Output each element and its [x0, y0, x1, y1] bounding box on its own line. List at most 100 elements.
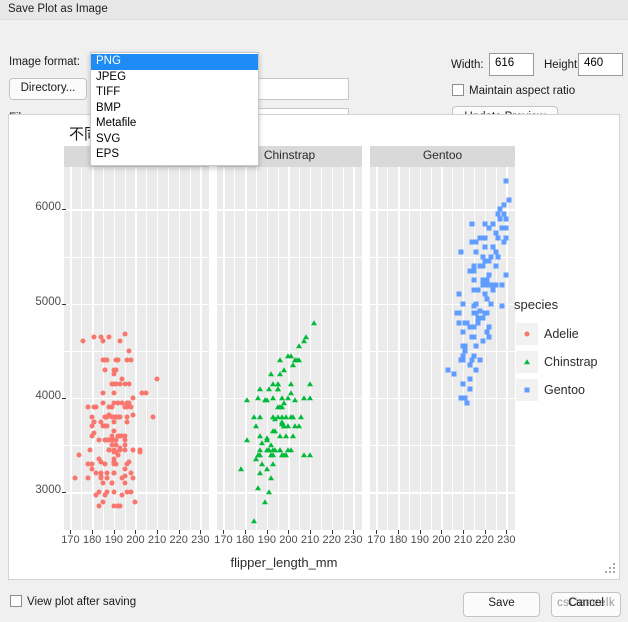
x-tick-label: 210: [453, 534, 473, 546]
data-point: [100, 338, 106, 344]
data-point: [289, 362, 296, 368]
data-point: [462, 343, 468, 349]
data-point: [482, 235, 488, 241]
data-point: [255, 451, 262, 457]
dropdown-option-jpeg[interactable]: JPEG: [91, 70, 258, 86]
data-point: [104, 357, 110, 363]
data-point: [130, 447, 136, 453]
checkbox-box: [10, 595, 22, 607]
data-point: [469, 239, 475, 245]
grid-line-horizontal-minor: [64, 445, 209, 447]
grid-line-horizontal-minor: [217, 256, 362, 258]
resize-grip-icon[interactable]: [601, 561, 617, 577]
data-point: [503, 216, 509, 222]
data-point: [139, 390, 145, 396]
grid-line-vertical-minor: [146, 167, 148, 530]
data-point: [122, 473, 128, 479]
data-point: [119, 400, 125, 406]
x-tick-label: 170: [61, 534, 80, 546]
dropdown-option-bmp[interactable]: BMP: [91, 101, 258, 117]
y-tick-mark: [62, 492, 66, 494]
grid-line-horizontal: [64, 303, 209, 306]
directory-button[interactable]: Directory...: [9, 78, 87, 100]
x-tick-label: 190: [410, 534, 429, 546]
x-tick-label: 220: [169, 534, 188, 546]
data-point: [473, 343, 479, 349]
data-point: [276, 432, 283, 438]
data-point: [250, 414, 257, 420]
grid-line-vertical: [441, 167, 443, 530]
data-point: [130, 412, 136, 417]
y-tick-mark: [62, 209, 66, 211]
data-point: [289, 432, 296, 438]
data-point: [311, 319, 318, 325]
data-point: [113, 357, 119, 363]
data-point: [89, 423, 95, 429]
data-point: [255, 484, 262, 490]
data-point: [111, 503, 117, 509]
data-point: [265, 385, 272, 391]
facet-panel: [64, 167, 209, 530]
data-point: [475, 287, 481, 293]
dropdown-option-png[interactable]: PNG: [91, 54, 258, 70]
grid-line-horizontal: [370, 492, 515, 494]
height-input[interactable]: 460: [578, 53, 623, 76]
width-input[interactable]: 616: [489, 53, 534, 76]
data-point: [115, 503, 121, 509]
data-point: [495, 254, 501, 260]
data-point: [252, 423, 259, 429]
save-button[interactable]: Save: [463, 592, 540, 617]
data-point: [102, 437, 108, 443]
data-point: [482, 258, 488, 264]
width-input-value: 616: [495, 57, 515, 69]
dropdown-option-eps[interactable]: EPS: [91, 147, 258, 163]
data-point: [302, 333, 309, 339]
data-point: [263, 465, 270, 471]
data-point: [285, 352, 292, 358]
data-point: [497, 216, 503, 222]
legend-marker: [524, 359, 530, 365]
cancel-button[interactable]: csOaneelk Cancel: [551, 592, 621, 617]
x-tick-label: 170: [214, 534, 233, 546]
dropdown-option-svg[interactable]: SVG: [91, 132, 258, 148]
dropdown-option-metafile[interactable]: Metafile: [91, 116, 258, 132]
data-point: [488, 254, 494, 260]
data-point: [283, 432, 290, 438]
grid-line-horizontal: [217, 492, 362, 494]
grid-line-horizontal: [370, 209, 515, 211]
data-point: [484, 277, 490, 283]
image-format-dropdown-list[interactable]: PNG JPEG TIFF BMP Metafile SVG EPS: [90, 52, 259, 166]
dropdown-option-tiff[interactable]: TIFF: [91, 85, 258, 101]
data-point: [113, 381, 119, 387]
data-point: [96, 489, 102, 495]
data-point: [122, 442, 128, 448]
data-point: [91, 334, 97, 340]
x-tick-label: 200: [279, 534, 298, 546]
data-point: [291, 397, 298, 403]
grid-line-horizontal: [217, 209, 362, 211]
grid-line-vertical-minor: [299, 167, 301, 530]
maintain-aspect-ratio-checkbox[interactable]: Maintain aspect ratio: [452, 84, 575, 97]
facet-chinstrap: Chinstrap: [217, 146, 362, 530]
data-point: [98, 334, 104, 340]
y-tick-label: 3000: [35, 484, 61, 497]
data-point: [503, 178, 509, 184]
data-point: [250, 517, 257, 523]
view-plot-after-saving-checkbox[interactable]: View plot after saving: [10, 595, 136, 608]
data-point: [307, 395, 314, 401]
data-point: [104, 414, 110, 420]
data-point: [124, 357, 130, 363]
view-plot-after-saving-label: View plot after saving: [27, 596, 137, 608]
data-point: [111, 470, 117, 476]
data-point: [480, 315, 486, 321]
legend-title: species: [514, 297, 559, 312]
grid-line-vertical: [419, 167, 422, 530]
data-point: [270, 451, 277, 457]
data-point: [464, 400, 470, 406]
data-point: [126, 348, 132, 354]
data-point: [257, 385, 264, 391]
data-point: [124, 404, 130, 410]
data-point: [451, 371, 457, 377]
data-point: [475, 320, 481, 326]
data-point: [278, 414, 285, 420]
